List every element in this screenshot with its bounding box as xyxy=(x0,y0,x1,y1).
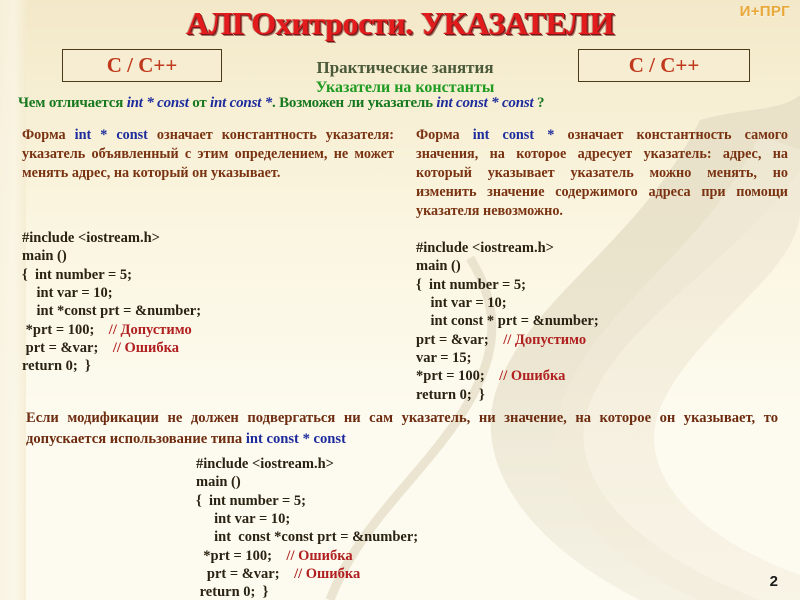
subtitle-practical-sessions: Практические занятия xyxy=(316,58,494,77)
code-line-text: #include <iostream.h> xyxy=(196,456,334,472)
code-line: prt = &var; // Допустимо xyxy=(416,331,599,349)
code-line-comment: // Ошибка xyxy=(286,547,353,564)
code-line: int var = 10; xyxy=(196,510,418,528)
code-line: #include <iostream.h> xyxy=(22,229,201,247)
code-line: int const * prt = &number; xyxy=(416,312,599,330)
question-line: Чем отличается int * const от int const … xyxy=(18,95,788,112)
slide-header: И+ПРГ АЛГОхитрости. УКАЗАТЕЛИ C / C++ C … xyxy=(0,0,800,116)
explanation-right-pre: Форма xyxy=(416,127,473,143)
code-line: { int number = 5; xyxy=(22,266,201,284)
code-block-bottom: #include <iostream.h> main (){ int number… xyxy=(196,455,418,600)
code-line: *prt = 100; // Ошибка xyxy=(416,367,599,385)
code-line: return 0; } xyxy=(22,357,201,375)
code-line-text: #include <iostream.h> xyxy=(416,240,554,256)
code-line: *prt = 100; // Допустимо xyxy=(22,321,201,339)
code-line-gap xyxy=(94,322,109,338)
question-part-2: от xyxy=(188,95,211,111)
explanation-right-keyword: int const * xyxy=(472,127,555,143)
question-code-3: int const * const xyxy=(436,95,534,111)
code-line-text: { int number = 5; xyxy=(416,276,526,293)
explanation-left-keyword: int * const xyxy=(74,127,148,143)
code-line-text: { int number = 5; xyxy=(22,266,132,283)
code-line: main () xyxy=(22,247,201,265)
language-badge-left: C / C++ xyxy=(62,49,222,82)
page-number: 2 xyxy=(769,573,778,590)
code-line-text: int const * prt = &number; xyxy=(416,313,599,330)
code-line: *prt = 100; // Ошибка xyxy=(196,547,418,565)
slide-canvas: И+ПРГ АЛГОхитрости. УКАЗАТЕЛИ C / C++ C … xyxy=(0,0,800,600)
code-line-text: int var = 10; xyxy=(196,510,291,527)
code-line: #include <iostream.h> xyxy=(416,239,599,257)
code-line-text: *prt = 100; xyxy=(196,547,272,564)
code-line: { int number = 5; xyxy=(416,276,599,294)
question-code-1: int * const xyxy=(126,95,189,111)
bottom-paragraph-pre: Если модификации не должен подвергаться … xyxy=(26,410,778,447)
code-line-gap xyxy=(272,548,287,564)
code-line: #include <iostream.h> xyxy=(196,455,418,473)
code-line: prt = &var; // Ошибка xyxy=(196,565,418,583)
code-line-text: int const *const prt = &number; xyxy=(196,529,419,546)
language-badge-right: C / C++ xyxy=(578,49,750,82)
code-line-comment: // Ошибка xyxy=(499,368,566,385)
code-block-left: #include <iostream.h> main (){ int number… xyxy=(22,229,201,376)
code-line-comment: // Допустимо xyxy=(108,321,192,338)
code-line: int *const prt = &number; xyxy=(22,302,202,320)
code-line: { int number = 5; xyxy=(196,492,418,510)
code-line-text: main () xyxy=(416,258,461,275)
code-line-text: int *const prt = &number; xyxy=(22,303,202,320)
code-line-gap xyxy=(485,368,500,384)
page-title: АЛГОхитрости. УКАЗАТЕЛИ xyxy=(185,5,615,41)
language-badge-right-label: C / C++ xyxy=(628,53,700,77)
code-line: prt = &var; // Ошибка xyxy=(22,339,201,357)
code-line-comment: // Допустимо xyxy=(503,331,587,348)
code-line-text: return 0; } xyxy=(196,584,269,600)
question-part-3: . Возможен ли указатель xyxy=(272,95,437,111)
code-line: int const *const prt = &number; xyxy=(196,528,418,546)
code-line-text: return 0; } xyxy=(22,358,91,375)
code-line: main () xyxy=(196,473,418,491)
code-line-text: *prt = 100; xyxy=(416,368,485,385)
code-line-gap xyxy=(280,566,295,582)
code-line: int var = 10; xyxy=(416,294,599,312)
code-line: var = 15; xyxy=(416,349,599,367)
code-line: return 0; } xyxy=(196,583,418,600)
code-line-text: int var = 10; xyxy=(22,284,113,301)
code-line-text: main () xyxy=(196,474,241,491)
explanation-left: Форма int * const означает константность… xyxy=(22,126,394,183)
code-block-right: #include <iostream.h> main (){ int number… xyxy=(416,239,599,404)
language-badge-left-label: C / C++ xyxy=(106,53,178,77)
code-line-comment: // Ошибка xyxy=(112,339,180,356)
code-line-text: prt = &var; xyxy=(416,331,489,348)
code-line-text: { int number = 5; xyxy=(196,492,306,509)
code-line-text: int var = 10; xyxy=(416,294,507,311)
code-line-text: main () xyxy=(22,248,67,265)
question-code-2: int const * xyxy=(210,95,273,111)
code-line-gap xyxy=(98,340,113,356)
code-line: int var = 10; xyxy=(22,284,201,302)
code-line: return 0; } xyxy=(416,386,599,404)
question-part-1: Чем отличается xyxy=(18,95,127,111)
code-line-text: *prt = 100; xyxy=(22,321,95,338)
code-line-text: prt = &var; xyxy=(196,565,280,582)
code-line-text: prt = &var; xyxy=(22,339,99,356)
bottom-paragraph: Если модификации не должен подвергаться … xyxy=(26,408,778,449)
code-line-text: #include <iostream.h> xyxy=(22,230,160,246)
code-line-text: var = 15; xyxy=(416,349,472,366)
code-line-gap xyxy=(489,332,504,348)
explanation-left-pre: Форма xyxy=(22,127,75,143)
code-line: main () xyxy=(416,257,599,275)
bottom-paragraph-keyword: int const * const xyxy=(245,430,346,447)
question-part-4: ? xyxy=(533,95,545,111)
code-line-text: return 0; } xyxy=(416,386,485,403)
code-line-comment: // Ошибка xyxy=(294,565,361,582)
explanation-right: Форма int const * означает константность… xyxy=(416,126,788,221)
